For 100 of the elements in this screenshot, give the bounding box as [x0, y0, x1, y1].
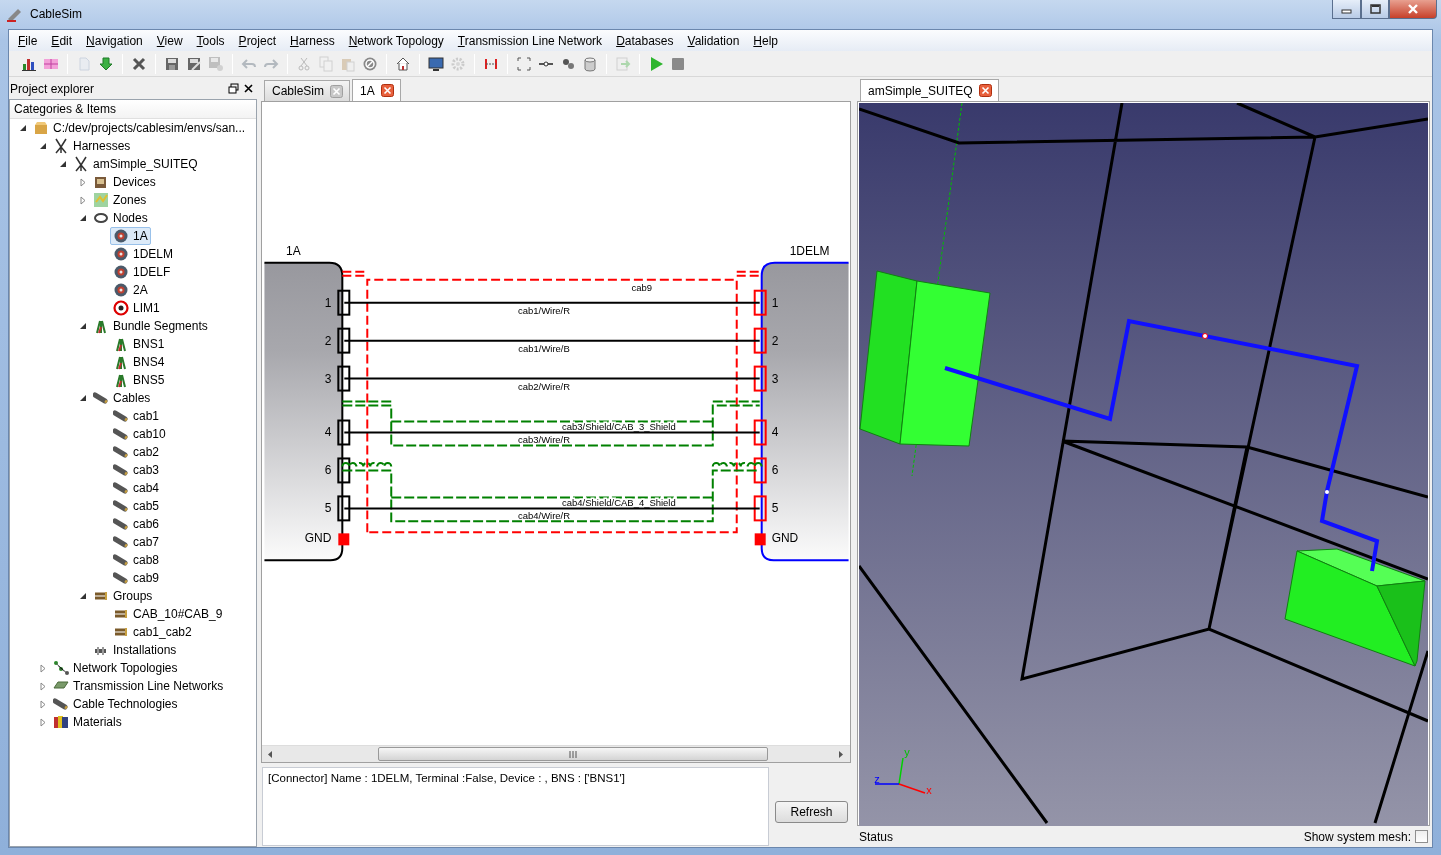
close-icon[interactable] — [243, 83, 254, 94]
pin-terminal[interactable] — [337, 327, 351, 354]
menu-item[interactable]: File — [11, 33, 45, 48]
expand-arrow-icon[interactable] — [39, 717, 47, 727]
tree-item[interactable]: BNS5 — [133, 373, 165, 387]
pin-terminal[interactable] — [753, 365, 767, 392]
wire-line[interactable] — [343, 301, 761, 304]
tree-item[interactable]: cab4 — [133, 481, 160, 495]
maximize-button[interactable] — [1361, 0, 1389, 19]
tree-item[interactable]: BNS4 — [133, 355, 165, 369]
tab[interactable]: amSimple_SUITEQ — [860, 79, 999, 101]
wire-line[interactable] — [343, 377, 761, 380]
scrollbar-thumb[interactable] — [378, 747, 768, 761]
tree-item[interactable]: cab1_cab2 — [133, 625, 192, 639]
cylinder-icon[interactable] — [582, 55, 598, 72]
tree-item[interactable]: Cables — [113, 391, 151, 405]
connector-body[interactable] — [263, 261, 344, 562]
tree-item[interactable]: cab9 — [133, 571, 160, 585]
wire-line[interactable] — [343, 507, 761, 510]
delete-icon[interactable] — [131, 55, 147, 72]
pin-terminal[interactable] — [753, 495, 767, 522]
cancel-icon[interactable] — [362, 55, 378, 72]
menu-item[interactable]: Tools — [189, 33, 232, 48]
tree-item[interactable]: LIM1 — [133, 301, 160, 315]
menu-item[interactable]: Databases — [609, 33, 681, 48]
collapse-arrow-icon[interactable] — [39, 142, 47, 150]
tab[interactable]: CableSim — [264, 80, 351, 101]
pin-terminal[interactable] — [337, 289, 351, 316]
tree-item[interactable]: Cable Technologies — [73, 697, 178, 711]
pin-terminal[interactable] — [337, 365, 351, 392]
tree-item[interactable]: Nodes — [113, 211, 148, 225]
collapse-arrow-icon[interactable] — [79, 592, 87, 600]
save-as-icon[interactable] — [186, 55, 202, 72]
pin-terminal[interactable] — [753, 457, 767, 484]
tree-item[interactable]: 1DELF — [133, 265, 171, 279]
pin-terminal[interactable] — [753, 419, 767, 446]
connector-body[interactable] — [760, 261, 850, 562]
collapse-arrow-icon[interactable] — [79, 394, 87, 402]
ground-terminal[interactable] — [754, 533, 766, 546]
tree-item[interactable]: Installations — [113, 643, 177, 657]
menu-item[interactable]: Project — [231, 33, 283, 48]
save-icon[interactable] — [164, 55, 180, 72]
expand-arrow-icon[interactable] — [79, 177, 87, 187]
tree-item[interactable]: cab6 — [133, 517, 160, 531]
minimize-button[interactable] — [1332, 0, 1361, 19]
tree-item[interactable]: 2A — [133, 283, 148, 297]
scroll-right-icon[interactable] — [838, 749, 844, 759]
wire-line[interactable] — [343, 431, 761, 434]
tree-item[interactable]: C:/dev/projects/cablesim/envs/san... — [53, 121, 246, 135]
refresh-button[interactable]: Refresh — [775, 800, 848, 823]
home-icon[interactable] — [395, 55, 411, 72]
tree-item[interactable]: cab3 — [133, 463, 160, 477]
tree-item[interactable]: cab10 — [133, 427, 166, 441]
pin-terminal[interactable] — [337, 457, 351, 484]
menu-item[interactable]: Navigation — [79, 33, 150, 48]
close-button[interactable] — [1389, 0, 1437, 19]
tree-item[interactable]: amSimple_SUITEQ — [93, 157, 198, 171]
collapse-arrow-icon[interactable] — [79, 214, 87, 222]
tree-item[interactable]: 1DELM — [133, 247, 173, 261]
expand-arrow-icon[interactable] — [39, 663, 47, 673]
menu-item[interactable]: View — [149, 33, 190, 48]
down-arrow-icon[interactable] — [98, 55, 114, 72]
ground-terminal[interactable] — [338, 533, 350, 546]
menu-item[interactable]: Network Topology — [341, 33, 451, 48]
tree-item[interactable]: Zones — [113, 193, 147, 207]
stop-icon[interactable] — [670, 55, 686, 72]
expand-arrow-icon[interactable] — [39, 681, 47, 691]
menu-item[interactable]: Transmission Line Network — [450, 33, 610, 48]
pin-terminal[interactable] — [337, 419, 351, 446]
float-panel-icon[interactable] — [228, 83, 239, 94]
tree-item[interactable]: cab1 — [133, 409, 160, 423]
collapse-arrow-icon[interactable] — [19, 124, 27, 132]
close-tab-icon[interactable] — [978, 84, 992, 97]
pin-terminal[interactable] — [753, 327, 767, 354]
wire-line[interactable] — [343, 339, 761, 342]
tree-item[interactable]: BNS1 — [133, 337, 165, 351]
menu-item[interactable]: Help — [746, 33, 785, 48]
menu-item[interactable]: Harness — [282, 33, 342, 48]
collapse-arrow-icon[interactable] — [59, 160, 67, 168]
tree-item[interactable]: Network Topologies — [73, 661, 178, 675]
tree-item[interactable]: Materials — [73, 715, 122, 729]
tree-item[interactable]: cab8 — [133, 553, 160, 567]
tree-item[interactable]: cab5 — [133, 499, 160, 513]
tree-item[interactable]: Transmission Line Networks — [73, 679, 224, 693]
tree-item[interactable]: Groups — [113, 589, 153, 603]
tree-item[interactable]: cab2 — [133, 445, 160, 459]
horizontal-scrollbar[interactable] — [262, 745, 850, 762]
menu-item[interactable]: Edit — [44, 33, 80, 48]
tab[interactable]: 1A — [352, 79, 401, 101]
collapse-arrow-icon[interactable] — [79, 322, 87, 330]
pin-terminal[interactable] — [337, 495, 351, 522]
menu-item[interactable]: Validation — [680, 33, 747, 48]
close-tab-icon[interactable] — [380, 84, 394, 97]
tree-item[interactable]: CAB_10#CAB_9 — [133, 607, 223, 621]
checkbox[interactable] — [1415, 830, 1428, 843]
tree-item[interactable]: Bundle Segments — [113, 319, 208, 333]
pin-terminal[interactable] — [753, 289, 767, 316]
scroll-left-icon[interactable] — [267, 749, 273, 759]
expand-arrow-icon[interactable] — [39, 699, 47, 709]
tree-item[interactable]: Devices — [113, 175, 156, 189]
